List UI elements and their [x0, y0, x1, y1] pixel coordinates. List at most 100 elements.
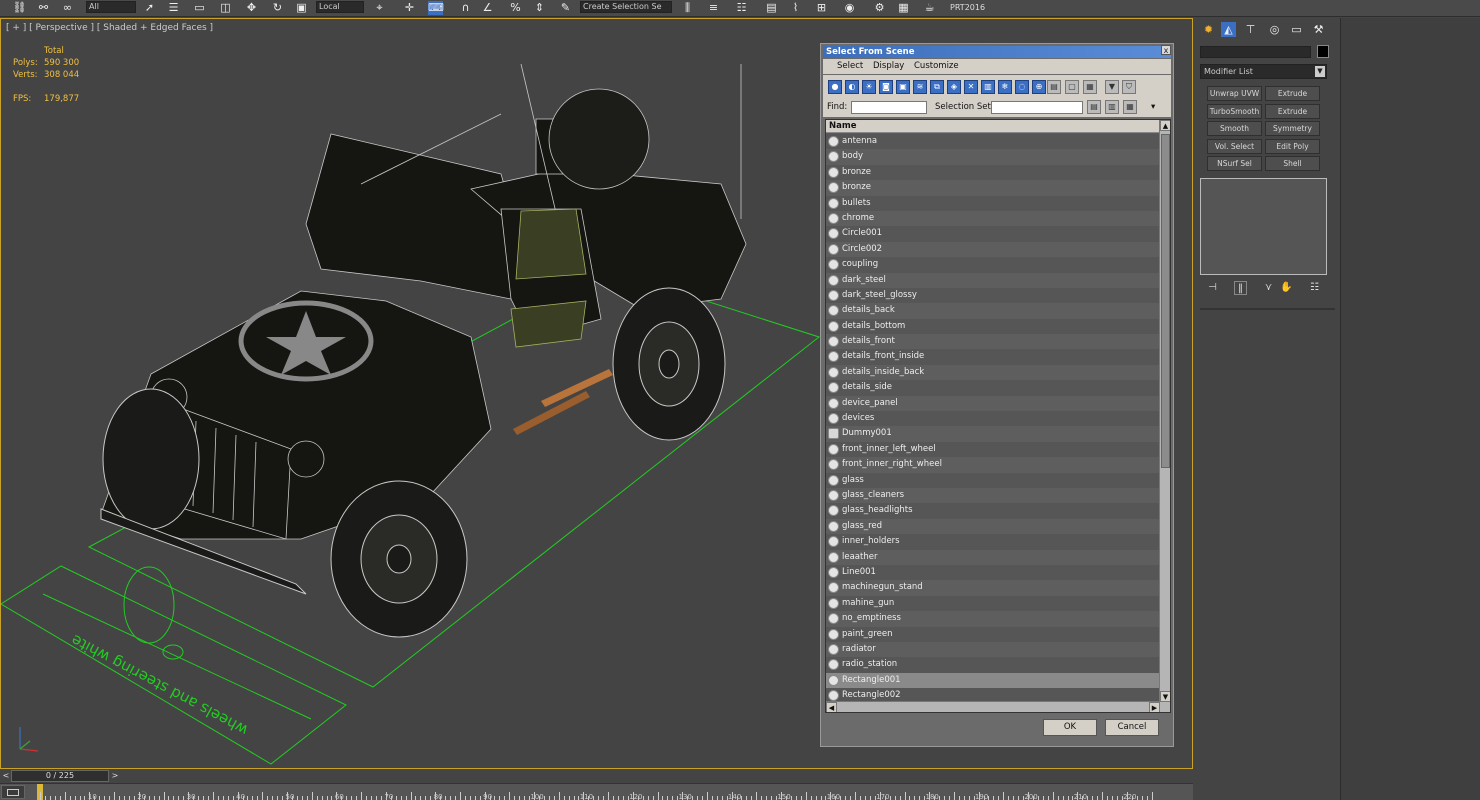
object-name-field[interactable] [1200, 46, 1311, 58]
list-item[interactable]: machinegun_stand [826, 580, 1160, 596]
list-item[interactable]: antenna [826, 134, 1160, 150]
list-item[interactable]: Line001 [826, 564, 1160, 581]
configure-modifier-sets-icon[interactable]: ☷ [1308, 281, 1321, 295]
list-item[interactable]: mahine_gun [826, 595, 1160, 612]
list-item[interactable]: details_back [826, 303, 1160, 319]
column-header-name[interactable]: Name [826, 120, 1160, 133]
menu-display[interactable]: Display [873, 59, 904, 74]
modifier-button[interactable]: NSurf Sel [1207, 156, 1262, 171]
display-xrefs-icon[interactable]: ◈ [947, 80, 961, 94]
list-item[interactable]: dark_steel_glossy [826, 287, 1160, 304]
display-cameras-icon[interactable]: ◙ [879, 80, 893, 94]
rendered-frame-icon[interactable]: ▦ [896, 1, 911, 15]
graphite-tools-icon[interactable]: ▤ [764, 1, 779, 15]
display-helpers-icon[interactable]: ▣ [896, 80, 910, 94]
modifier-button[interactable]: Vol. Select [1207, 138, 1262, 154]
modifier-button[interactable]: Symmetry [1265, 121, 1320, 136]
display-frozen-icon[interactable]: ❄ [998, 80, 1012, 94]
scroll-left-icon[interactable]: ◀ [826, 702, 837, 712]
ok-button[interactable]: OK [1043, 719, 1097, 736]
render-setup-icon[interactable]: ⚙ [872, 1, 887, 15]
create-tab-icon[interactable]: ✹ [1201, 22, 1216, 37]
remove-modifier-icon[interactable]: ✋ [1280, 281, 1293, 295]
menu-select[interactable]: Select [837, 59, 863, 74]
list-item[interactable]: inner_holders [826, 534, 1160, 550]
filter-options-icon[interactable]: ⛉ [1122, 80, 1136, 94]
list-item[interactable]: radio_station [826, 657, 1160, 673]
list-item[interactable]: glass [826, 472, 1160, 488]
selection-set-dropdown[interactable] [991, 101, 1083, 114]
named-selection-dropdown[interactable]: Create Selection Se [580, 1, 672, 13]
dialog-title[interactable]: Select From Scene [823, 46, 1171, 58]
add-to-selection-set-icon[interactable]: ▥ [1105, 100, 1119, 114]
list-item[interactable]: glass_cleaners [826, 487, 1160, 504]
mirror-icon[interactable]: ⫼ [680, 1, 695, 15]
show-end-result-icon[interactable]: ‖ [1234, 281, 1247, 295]
list-item[interactable]: glass_headlights [826, 503, 1160, 519]
vertical-scrollbar[interactable]: ▲ ▼ [1159, 120, 1170, 702]
list-item[interactable]: Circle001 [826, 226, 1160, 242]
list-item[interactable]: glass_red [826, 518, 1160, 535]
motion-tab-icon[interactable]: ◎ [1267, 22, 1282, 37]
scroll-right-icon[interactable]: ▶ [1149, 702, 1160, 712]
material-editor-icon[interactable]: ◉ [842, 1, 857, 15]
scroll-thumb[interactable] [1161, 134, 1170, 468]
close-icon[interactable]: x [1161, 45, 1171, 55]
rectangular-selection-icon[interactable]: ▭ [192, 1, 207, 15]
list-item[interactable]: bronze [826, 164, 1160, 181]
find-input[interactable] [851, 101, 927, 114]
move-icon[interactable]: ✥ [244, 1, 259, 15]
filter-icon[interactable]: ▼ [1105, 80, 1119, 94]
list-item[interactable]: details_front_inside [826, 349, 1160, 365]
prev-frame-button[interactable]: < [1, 770, 11, 782]
select-manipulate-icon[interactable]: ✛ [402, 1, 417, 15]
create-selection-set-icon[interactable]: ▤ [1087, 100, 1101, 114]
hierarchy-tab-icon[interactable]: ⊤ [1243, 22, 1258, 37]
select-all-icon[interactable]: ▤ [1047, 80, 1061, 94]
select-object-icon[interactable]: ➚ [142, 1, 157, 15]
spinner-snap-icon[interactable]: ⇕ [532, 1, 547, 15]
scroll-up-icon[interactable]: ▲ [1160, 120, 1170, 131]
modifier-button[interactable]: Shell [1265, 156, 1320, 171]
modifier-button[interactable]: Smooth [1207, 121, 1262, 136]
modifier-list-dropdown[interactable]: Modifier List ▼ [1200, 64, 1327, 79]
list-item[interactable]: bronze [826, 180, 1160, 196]
snap-toggle-icon[interactable]: ∩ [458, 1, 473, 15]
list-item[interactable]: coupling [826, 257, 1160, 273]
remove-selection-set-icon[interactable]: ▦ [1123, 100, 1137, 114]
list-item[interactable]: chrome [826, 210, 1160, 227]
make-unique-icon[interactable]: ⋎ [1262, 281, 1275, 295]
more-options-icon[interactable]: ▾ [1151, 102, 1155, 112]
display-bones-icon[interactable]: ✕ [964, 80, 978, 94]
render-production-icon[interactable]: ☕ [922, 1, 937, 15]
cancel-button[interactable]: Cancel [1105, 719, 1159, 736]
select-none-icon[interactable]: ▢ [1065, 80, 1079, 94]
pivot-center-icon[interactable]: ⌖ [372, 1, 387, 15]
unlink-icon[interactable]: ⚯ [36, 1, 51, 15]
edit-named-selection-icon[interactable]: ✎ [558, 1, 573, 15]
modifier-button[interactable]: Unwrap UVW [1207, 86, 1262, 101]
time-slider[interactable]: 0 / 225 [11, 770, 109, 782]
track-bar-ruler[interactable]: 10 20 30 40 50 60 70 80 90 100 110 120 130 140 150 160 1… [0, 783, 1193, 800]
selection-filter-dropdown[interactable]: All [86, 1, 136, 13]
menu-customize[interactable]: Customize [914, 59, 959, 74]
select-by-name-icon[interactable]: ☰ [166, 1, 181, 15]
window-crossing-icon[interactable]: ◫ [218, 1, 233, 15]
list-item[interactable]: Dummy001 [826, 426, 1160, 442]
mini-curve-editor-toggle[interactable] [1, 785, 25, 799]
display-containers-icon[interactable]: ▥ [981, 80, 995, 94]
percent-snap-icon[interactable]: % [508, 1, 523, 15]
list-item[interactable]: devices [826, 411, 1160, 427]
modifier-button[interactable]: TurboSmooth [1207, 103, 1262, 119]
modify-tab-icon[interactable]: ◭ [1221, 22, 1236, 37]
horizontal-scrollbar[interactable]: ◀ ▶ [826, 701, 1170, 712]
display-lights-icon[interactable]: ☀ [862, 80, 876, 94]
list-item[interactable]: details_bottom [826, 318, 1160, 335]
rotate-icon[interactable]: ↻ [270, 1, 285, 15]
list-item[interactable]: dark_steel [826, 272, 1160, 288]
list-item[interactable]: front_inner_left_wheel [826, 441, 1160, 458]
align-icon[interactable]: ≡ [706, 1, 721, 15]
list-item[interactable]: paint_green [826, 626, 1160, 642]
scale-icon[interactable]: ▣ [294, 1, 309, 15]
pin-stack-icon[interactable]: ⊣ [1206, 281, 1219, 295]
